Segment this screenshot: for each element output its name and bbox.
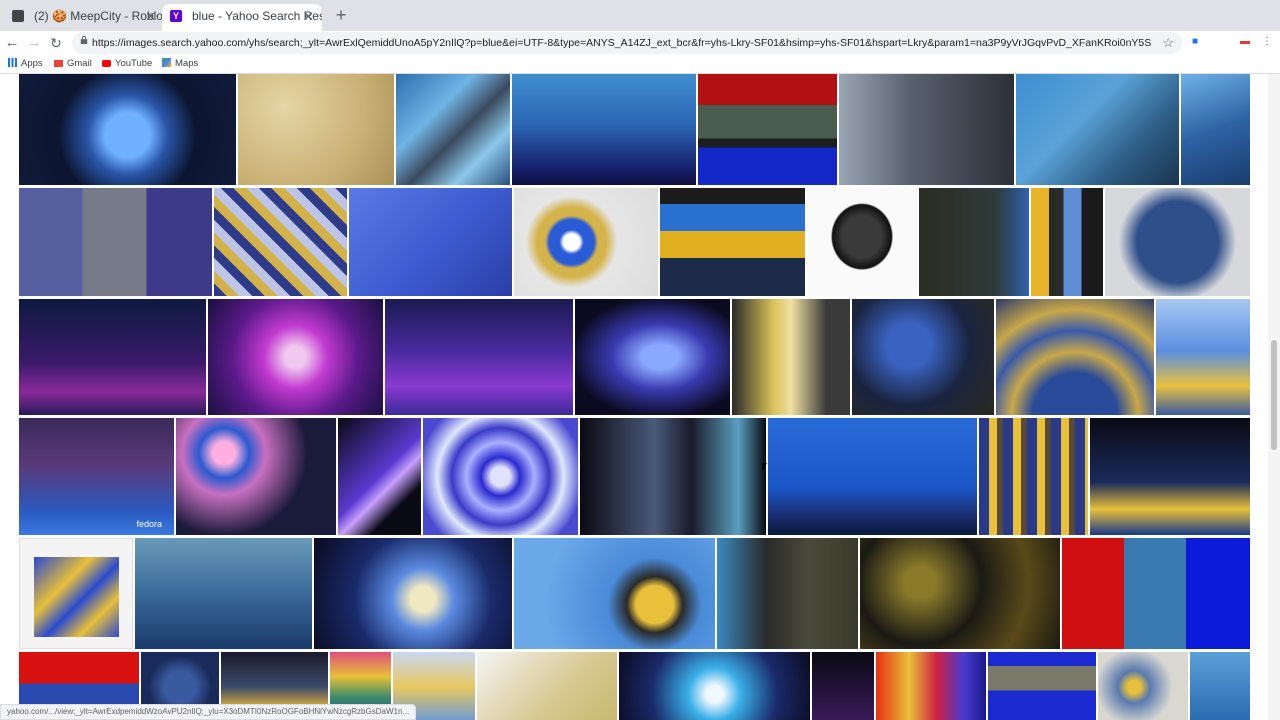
image-thumbnail[interactable]: [1098, 652, 1188, 720]
image-thumbnail[interactable]: [477, 652, 617, 720]
apps-grid-icon: [8, 58, 17, 67]
image-thumbnail[interactable]: [996, 299, 1154, 415]
extension-icon[interactable]: ■: [1188, 35, 1202, 49]
image-thumbnail[interactable]: [660, 188, 805, 296]
youtube-icon: [102, 60, 111, 67]
bookmark-apps[interactable]: Apps: [8, 55, 43, 73]
image-thumbnail[interactable]: [19, 538, 133, 649]
menu-kebab-icon[interactable]: ⋮: [1260, 35, 1274, 49]
image-thumbnail[interactable]: [514, 538, 715, 649]
image-thumbnail[interactable]: [19, 188, 212, 296]
address-bar[interactable]: https://images.search.yahoo.com/yhs/sear…: [72, 32, 1182, 54]
image-thumbnail[interactable]: [176, 418, 336, 535]
image-thumbnail[interactable]: [619, 652, 810, 720]
image-thumbnail[interactable]: [1190, 652, 1250, 720]
tab-yahoo[interactable]: Y blue - Yahoo Search Results Im ✕: [162, 4, 322, 31]
mouse-cursor: [762, 463, 767, 471]
image-thumbnail[interactable]: [1156, 299, 1250, 415]
close-tab-icon[interactable]: ✕: [303, 4, 314, 29]
image-thumbnail[interactable]: [732, 299, 850, 415]
image-thumbnail[interactable]: [1105, 188, 1250, 296]
image-thumbnail[interactable]: [512, 74, 696, 185]
bookmark-star-icon[interactable]: ☆: [1162, 32, 1174, 54]
image-thumbnail[interactable]: [214, 188, 347, 296]
image-thumbnail[interactable]: [1016, 74, 1179, 185]
image-thumbnail[interactable]: [717, 538, 858, 649]
reload-icon[interactable]: ↻: [46, 33, 66, 53]
bookmarks-bar: Apps Gmail YouTube Maps: [0, 55, 1280, 74]
image-thumbnail[interactable]: [423, 418, 578, 535]
image-thumbnail[interactable]: [860, 538, 1060, 649]
image-thumbnail[interactable]: fedora: [19, 418, 174, 535]
image-thumbnail[interactable]: [698, 74, 837, 185]
image-thumbnail[interactable]: [839, 74, 1014, 185]
url-text[interactable]: https://images.search.yahoo.com/yhs/sear…: [92, 32, 1152, 54]
new-tab-icon[interactable]: +: [330, 4, 352, 26]
image-thumbnail[interactable]: [580, 418, 766, 535]
image-thumbnail[interactable]: [238, 74, 394, 185]
image-thumbnail[interactable]: [979, 418, 1088, 535]
extension-red-icon[interactable]: ▬: [1238, 35, 1252, 49]
image-thumbnail[interactable]: [812, 652, 874, 720]
link-status-bar: yahoo.com/.../view;_ylt=AwrExdpemiddWzoA…: [0, 704, 417, 720]
back-arrow-icon[interactable]: ←: [2, 33, 22, 53]
browser-toolbar: ← → ↻ https://images.search.yahoo.com/yh…: [0, 31, 1280, 55]
page-scrollbar[interactable]: [1268, 74, 1280, 720]
gmail-icon: [54, 60, 63, 67]
bookmark-youtube[interactable]: YouTube: [102, 55, 152, 73]
image-thumbnail[interactable]: [314, 538, 512, 649]
image-thumbnail[interactable]: [135, 538, 312, 649]
maps-icon: [162, 58, 171, 67]
image-thumbnail[interactable]: [1090, 418, 1250, 535]
image-thumbnail[interactable]: [575, 299, 730, 415]
tab-roblox[interactable]: (2) 🍪 MeepCity - Roblox ✕: [4, 4, 164, 31]
image-thumbnail[interactable]: [208, 299, 383, 415]
image-thumbnail[interactable]: [338, 418, 421, 535]
bookmark-gmail[interactable]: Gmail: [54, 55, 92, 73]
lock-icon: [80, 36, 88, 44]
image-thumbnail[interactable]: [1062, 538, 1250, 649]
image-thumbnail[interactable]: [396, 74, 510, 185]
image-thumbnail[interactable]: [19, 74, 236, 185]
image-thumbnail[interactable]: [385, 299, 573, 415]
image-thumbnail[interactable]: [852, 299, 994, 415]
image-thumbnail[interactable]: [349, 188, 512, 296]
image-thumbnail[interactable]: [19, 299, 206, 415]
tab-strip: (2) 🍪 MeepCity - Roblox ✕ Y blue - Yahoo…: [0, 0, 1280, 31]
scrollbar-thumb[interactable]: [1271, 340, 1277, 450]
image-thumbnail[interactable]: [988, 652, 1096, 720]
book-cover: [34, 557, 119, 637]
fedora-label: fedora: [136, 519, 162, 529]
image-results-grid: fedora: [0, 74, 1280, 720]
image-thumbnail[interactable]: [514, 188, 658, 296]
image-thumbnail[interactable]: [768, 418, 977, 535]
image-thumbnail[interactable]: [919, 188, 1029, 296]
yahoo-favicon-icon: Y: [170, 10, 182, 22]
close-tab-icon[interactable]: ✕: [145, 4, 156, 29]
image-thumbnail[interactable]: [876, 652, 986, 720]
forward-arrow-icon[interactable]: →: [24, 33, 44, 53]
image-thumbnail[interactable]: [1031, 188, 1103, 296]
image-thumbnail[interactable]: [1181, 74, 1250, 185]
bookmark-maps[interactable]: Maps: [162, 55, 198, 73]
image-thumbnail[interactable]: [807, 188, 917, 296]
roblox-favicon-icon: [12, 10, 24, 22]
